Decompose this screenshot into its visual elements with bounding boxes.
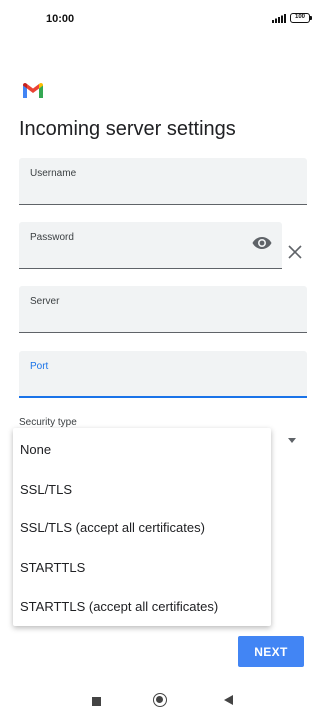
port-field[interactable]: Port — [19, 351, 307, 398]
status-bar: 10:00 100 — [0, 0, 324, 40]
navigation-bar — [0, 682, 324, 720]
page-title: Incoming server settings — [19, 118, 236, 140]
option-starttls-accept-all[interactable]: STARTTLS (accept all certificates) — [20, 599, 218, 614]
username-label: Username — [30, 168, 77, 179]
recents-icon[interactable] — [92, 697, 101, 706]
next-button[interactable]: NEXT — [238, 636, 304, 667]
password-field[interactable]: Password — [19, 222, 282, 269]
password-label: Password — [30, 232, 74, 243]
option-ssl-tls-accept-all[interactable]: SSL/TLS (accept all certificates) — [20, 520, 205, 535]
battery-icon: 100 — [290, 13, 312, 23]
eye-icon[interactable] — [252, 236, 272, 250]
dropdown-arrow-icon[interactable] — [288, 438, 296, 443]
option-none[interactable]: None — [20, 442, 51, 457]
status-time: 10:00 — [46, 13, 75, 25]
close-icon[interactable] — [286, 243, 304, 261]
security-type-label: Security type — [19, 417, 77, 428]
option-ssl-tls[interactable]: SSL/TLS — [20, 482, 72, 497]
security-type-dropdown: None SSL/TLS SSL/TLS (accept all certifi… — [13, 428, 271, 626]
back-icon[interactable] — [224, 695, 233, 705]
option-starttls[interactable]: STARTTLS — [20, 560, 85, 575]
home-icon[interactable] — [153, 693, 167, 707]
server-label: Server — [30, 296, 60, 307]
server-field[interactable]: Server — [19, 286, 307, 333]
username-field[interactable]: Username — [19, 158, 307, 205]
gmail-logo-icon — [23, 83, 43, 98]
signal-icon — [272, 14, 286, 23]
port-label: Port — [30, 361, 49, 372]
